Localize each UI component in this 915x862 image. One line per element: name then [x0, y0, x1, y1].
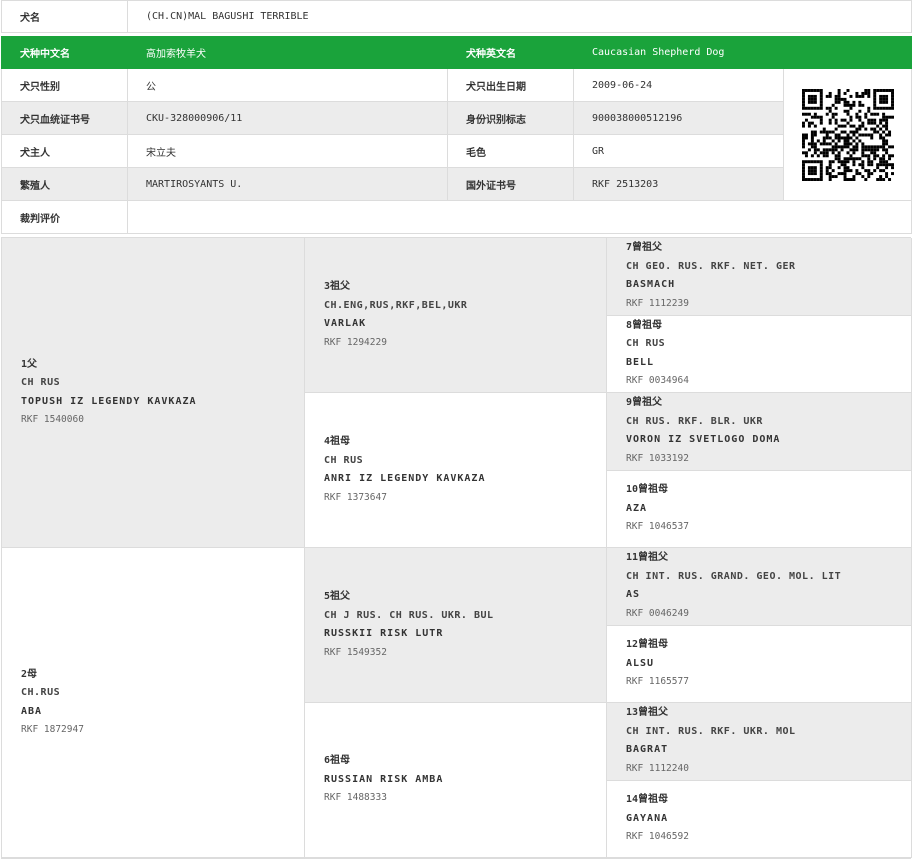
- pedigree-ggparent-13: 13曾祖父 CH INT. RUS. RKF. UKR. MOL BAGRAT …: [607, 703, 912, 781]
- pedigree-title: CH RUS. RKF. BLR. UKR: [626, 415, 763, 427]
- pedigree-reg: RKF 0046249: [626, 607, 689, 619]
- pedigree-label: 4祖母: [324, 436, 351, 447]
- color-label: 毛色: [447, 134, 574, 168]
- pedigree-title: CH RUS: [21, 377, 61, 388]
- cert-label: 犬只血统证书号: [1, 101, 128, 135]
- pedigree-sire: 1父 CH RUS TOPUSH IZ LEGENDY KAVKAZA RKF …: [2, 238, 305, 548]
- breed-cn-value: 高加索牧羊犬: [127, 36, 448, 69]
- pedigree-granddam-paternal: 4祖母 CH RUS ANRI IZ LEGENDY KAVKAZA RKF 1…: [305, 393, 607, 548]
- pedigree-dog-name: GAYANA: [626, 812, 669, 824]
- pedigree-label: 7曾祖父: [626, 242, 663, 254]
- pedigree-grandsire-maternal: 5祖父 CH J RUS. CH RUS. UKR. BUL RUSSKII R…: [305, 548, 607, 703]
- owner-value: 宋立夫: [127, 134, 448, 168]
- pedigree-ggparent-14: 14曾祖母 GAYANA RKF 1046592: [607, 780, 912, 858]
- foreign-cert-label: 国外证书号: [447, 167, 574, 201]
- pedigree-grandsire-paternal: 3祖父 CH.ENG,RUS,RKF,BEL,UKR VARLAK RKF 12…: [305, 238, 607, 393]
- pedigree-dog-name: ABA: [21, 705, 43, 717]
- pedigree-dog-name: ANRI IZ LEGENDY KAVKAZA: [324, 473, 486, 484]
- pedigree-label: 11曾祖父: [626, 552, 669, 564]
- pedigree-reg: RKF 0034964: [626, 375, 689, 387]
- pedigree-label: 3祖父: [324, 281, 351, 292]
- pedigree-dog-name: AS: [626, 589, 641, 601]
- pedigree-title: CH INT. RUS. RKF. UKR. MOL: [626, 725, 796, 737]
- pedigree-label: 1父: [21, 358, 38, 370]
- pedigree-ggparent-10: 10曾祖母 AZA RKF 1046537: [607, 470, 912, 548]
- pedigree-label: 5祖父: [324, 591, 351, 602]
- breed-cn-label: 犬种中文名: [1, 36, 128, 69]
- pedigree-reg: RKF 1033192: [626, 452, 689, 464]
- breed-en-label: 犬种英文名: [447, 36, 574, 69]
- qr-code-icon: [801, 88, 894, 181]
- pedigree-dog-name: TOPUSH IZ LEGENDY KAVKAZA: [21, 395, 197, 407]
- pedigree-dog-name: VORON IZ SVETLOGO DOMA: [626, 434, 781, 446]
- pedigree-label: 6祖母: [324, 755, 351, 767]
- color-value: GR: [573, 134, 784, 168]
- pedigree-reg: RKF 1488333: [324, 792, 387, 804]
- pedigree-dog-name: VARLAK: [324, 318, 367, 329]
- breeder-label: 繁殖人: [1, 167, 128, 201]
- pedigree-reg: RKF 1046537: [626, 521, 689, 532]
- pedigree-title: CH RUS: [626, 338, 666, 350]
- breed-en-value: Caucasian Shepherd Dog: [573, 36, 912, 69]
- pedigree-granddam-maternal: 6祖母 RUSSIAN RISK AMBA RKF 1488333: [305, 703, 607, 858]
- pedigree-reg: RKF 1294229: [324, 336, 387, 348]
- pedigree-grid: 1父 CH RUS TOPUSH IZ LEGENDY KAVKAZA RKF …: [1, 237, 912, 859]
- pedigree-dog-name: BAGRAT: [626, 744, 669, 756]
- breeder-value: MARTIROSYANTS U.: [127, 167, 448, 201]
- pedigree-ggparent-12: 12曾祖母 ALSU RKF 1165577: [607, 625, 912, 703]
- pedigree-label: 13曾祖父: [626, 707, 669, 719]
- pedigree-reg: RKF 1540060: [21, 414, 84, 425]
- pedigree-dog-name: AZA: [626, 502, 648, 514]
- pedigree-dam: 2母 CH.RUS ABA RKF 1872947: [2, 548, 305, 858]
- pedigree-title: CH INT. RUS. GRAND. GEO. MOL. LIT: [626, 570, 842, 582]
- pedigree-reg: RKF 1112240: [626, 762, 689, 774]
- pedigree-title: CH.RUS: [21, 687, 61, 698]
- pedigree-dog-name: ALSU: [626, 657, 655, 669]
- qr-code: [783, 68, 912, 201]
- foreign-cert-value: RKF 2513203: [573, 167, 784, 201]
- pedigree-ggparent-9: 9曾祖父 CH RUS. RKF. BLR. UKR VORON IZ SVET…: [607, 393, 912, 471]
- pedigree-ggparent-7: 7曾祖父 CH GEO. RUS. RKF. NET. GER BASMACH …: [607, 238, 912, 316]
- pedigree-reg: RKF 1549352: [324, 646, 387, 658]
- owner-label: 犬主人: [1, 134, 128, 168]
- pedigree-title: CH.ENG,RUS,RKF,BEL,UKR: [324, 299, 468, 311]
- pedigree-dog-name: RUSSKII RISK LUTR: [324, 628, 444, 639]
- cert-value: CKU-328000906/11: [127, 101, 448, 135]
- chip-label: 身份识别标志: [447, 101, 574, 135]
- pedigree-label: 2母: [21, 668, 38, 680]
- dog-name-label: 犬名: [1, 0, 128, 33]
- pedigree-label: 10曾祖母: [626, 484, 669, 495]
- pedigree-dog-name: BASMACH: [626, 279, 676, 291]
- pedigree-title: CH J RUS. CH RUS. UKR. BUL: [324, 609, 494, 621]
- pedigree-reg: RKF 1872947: [21, 724, 84, 735]
- chip-value: 900038000512196: [573, 101, 784, 135]
- dog-name-value: (CH.CN)MAL BAGUSHI TERRIBLE: [127, 0, 912, 33]
- pedigree-reg: RKF 1165577: [626, 676, 689, 687]
- pedigree-reg: RKF 1112239: [626, 297, 689, 309]
- judge-value: [127, 200, 912, 234]
- pedigree-label: 12曾祖母: [626, 639, 669, 650]
- pedigree-ggparent-11: 11曾祖父 CH INT. RUS. GRAND. GEO. MOL. LIT …: [607, 548, 912, 626]
- pedigree-title: CH GEO. RUS. RKF. NET. GER: [626, 260, 796, 272]
- pedigree-label: 8曾祖母: [626, 319, 663, 331]
- judge-label: 裁判评价: [1, 200, 128, 234]
- pedigree-dog-name: BELL: [626, 356, 655, 368]
- pedigree-reg: RKF 1046592: [626, 831, 689, 842]
- birth-value: 2009-06-24: [573, 68, 784, 102]
- pedigree-title: CH RUS: [324, 454, 364, 466]
- pedigree-label: 9曾祖父: [626, 397, 663, 409]
- pedigree-reg: RKF 1373647: [324, 491, 387, 503]
- dog-info-table: 犬名 (CH.CN)MAL BAGUSHI TERRIBLE 犬种中文名 高加索…: [1, 0, 912, 234]
- pedigree-label: 14曾祖母: [626, 794, 669, 805]
- pedigree-ggparent-8: 8曾祖母 CH RUS BELL RKF 0034964: [607, 315, 912, 393]
- sex-label: 犬只性别: [1, 68, 128, 102]
- pedigree-dog-name: RUSSIAN RISK AMBA: [324, 773, 444, 785]
- birth-label: 犬只出生日期: [447, 68, 574, 102]
- sex-value: 公: [127, 68, 448, 102]
